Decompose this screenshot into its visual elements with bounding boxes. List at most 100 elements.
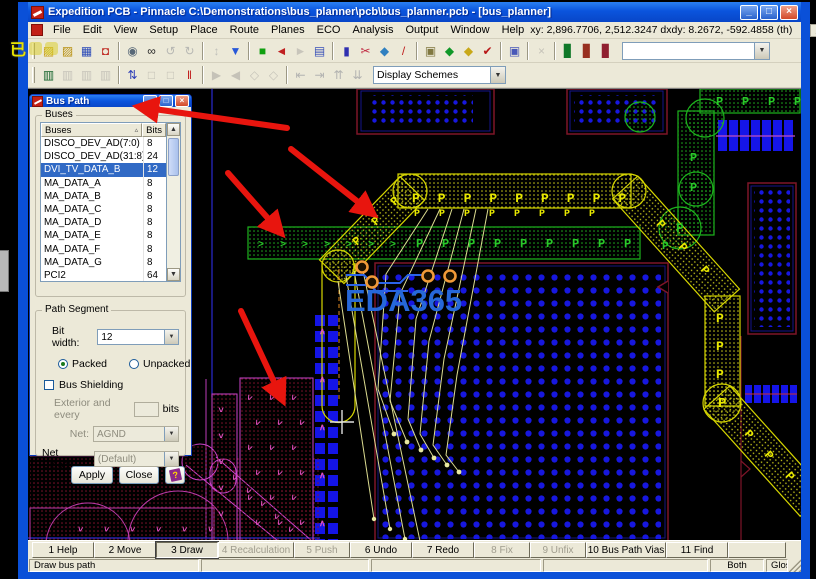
fkey-1-help[interactable]: 1 Help: [32, 542, 94, 558]
bus-list-row[interactable]: DISCO_DEV_AD(31:8)24: [41, 150, 166, 163]
bus-shielding-checkbox[interactable]: [44, 380, 54, 390]
menu-item-help[interactable]: Help: [496, 23, 531, 37]
fkey-3-draw[interactable]: 3 Draw: [156, 542, 218, 558]
bit-width-combo[interactable]: 12▼: [97, 329, 179, 345]
dialog-title: Bus Path: [46, 96, 141, 107]
via-green-icon[interactable]: ◆: [440, 42, 459, 60]
scroll-thumb[interactable]: [168, 138, 179, 176]
display-schemes-combo[interactable]: Display Schemes▼: [373, 66, 506, 84]
next-hazard-icon: ►: [291, 42, 310, 60]
bus-list-row[interactable]: MA_DATA_D8: [41, 216, 166, 229]
library-book-icon[interactable]: ▊: [559, 42, 578, 60]
import-icon[interactable]: ▨: [58, 42, 77, 60]
exterior-label: Exterior and every: [54, 397, 130, 421]
menu-item-route[interactable]: Route: [224, 23, 265, 37]
save-icon[interactable]: ▦: [77, 42, 96, 60]
cell-select-combo[interactable]: ▼: [622, 42, 770, 60]
select-mode-icon[interactable]: ▮: [337, 42, 356, 60]
menu-item-eco[interactable]: ECO: [311, 23, 347, 37]
list-scrollbar[interactable]: ▲ ▼: [166, 123, 180, 281]
copy-icon[interactable]: ▣: [505, 42, 524, 60]
app-icon: [31, 6, 44, 19]
bus-list-row[interactable]: MA_DATA_G8: [41, 256, 166, 269]
menu-item-analysis[interactable]: Analysis: [346, 23, 399, 37]
chevron-down-icon[interactable]: ▼: [164, 330, 178, 344]
fkey-11-find[interactable]: 11 Find: [666, 542, 728, 558]
packed-radio[interactable]: [58, 359, 68, 369]
menu-item-view[interactable]: View: [108, 23, 144, 37]
menu-item-place[interactable]: Place: [184, 23, 224, 37]
svg-text:P: P: [416, 237, 423, 251]
display-control-icon[interactable]: ■: [253, 42, 272, 60]
pcb-canvas[interactable]: EDA365 PPPPPPPPPPPPPPPPPPPPPPPPPPPPPPPPP…: [28, 88, 801, 540]
bus-list-row[interactable]: MA_DATA_C8: [41, 203, 166, 216]
menu-item-output[interactable]: Output: [399, 23, 444, 37]
unpacked-radio[interactable]: [129, 359, 139, 369]
chevron-down-icon[interactable]: ▼: [754, 43, 769, 59]
svg-text:P: P: [572, 237, 579, 251]
toolbar-grip[interactable]: [32, 67, 35, 83]
maximize-button[interactable]: □: [760, 5, 778, 20]
bits-label: bits: [163, 403, 179, 415]
fkey-2-move[interactable]: 2 Move: [94, 542, 156, 558]
column-header-bits[interactable]: Bits: [142, 123, 166, 137]
menu-item-planes[interactable]: Planes: [265, 23, 311, 37]
prev-hazard-icon[interactable]: ◄: [272, 42, 291, 60]
exterior-bits-field[interactable]: [134, 402, 159, 417]
route-mode-icon[interactable]: ◆: [375, 42, 394, 60]
exit-icon[interactable]: ◘: [96, 42, 115, 60]
bus-list-row[interactable]: MA_DATA_A8: [41, 177, 166, 190]
chevron-down-icon: ▼: [164, 452, 178, 466]
svg-text:>: >: [280, 240, 286, 251]
bus-list-row[interactable]: PCI264: [41, 269, 166, 281]
bus-list-row[interactable]: MA_DATA_B8: [41, 190, 166, 203]
teardrop-icon[interactable]: ▼: [226, 42, 245, 60]
menu-item-window[interactable]: Window: [444, 23, 495, 37]
fkey-7-redo[interactable]: 7 Redo: [412, 542, 474, 558]
online-drc-icon[interactable]: ✔: [478, 42, 497, 60]
menu-item-edit[interactable]: Edit: [77, 23, 108, 37]
bus-list-row[interactable]: MA_DATA_F8: [41, 243, 166, 256]
menu-item-setup[interactable]: Setup: [143, 23, 184, 37]
group-icon: □: [142, 66, 161, 84]
swap-icon[interactable]: ⇅: [123, 66, 142, 84]
fkey-10-bus-path-vias[interactable]: 10 Bus Path Vias: [586, 542, 666, 558]
chevron-down-icon[interactable]: ▼: [490, 67, 505, 83]
dialog-restore-button[interactable]: □: [159, 95, 173, 107]
scroll-up-icon[interactable]: ▲: [167, 123, 180, 136]
zoom-icon[interactable]: ◉: [123, 42, 142, 60]
find-binoculars-icon[interactable]: ∞: [142, 42, 161, 60]
bus-list-row[interactable]: DISCO_DEV_AD(7:0)8: [41, 137, 166, 150]
svg-text:P: P: [546, 237, 553, 251]
close-button[interactable]: ×: [780, 5, 798, 20]
minimize-button[interactable]: _: [740, 5, 758, 20]
place-part-icon[interactable]: ▥: [39, 66, 58, 84]
svg-text:P: P: [494, 237, 501, 251]
bus-list-row[interactable]: MA_DATA_E8: [41, 229, 166, 242]
dialog-close-button[interactable]: ×: [175, 95, 189, 107]
dialog-minimize-button[interactable]: _: [143, 95, 157, 107]
align-bottom-icon: ⇊: [348, 66, 367, 84]
bus-path-dialog: Bus Path _ □ × Buses Buses▵: [29, 94, 192, 456]
status-panel-3: [371, 559, 541, 572]
menu-item-file[interactable]: File: [47, 23, 77, 37]
manual-book-icon[interactable]: ▊: [597, 42, 616, 60]
scroll-down-icon[interactable]: ▼: [167, 268, 180, 281]
mdi-minimize-button[interactable]: _: [810, 24, 816, 37]
draw-line-icon[interactable]: /: [394, 42, 413, 60]
via-yellow-icon[interactable]: ◆: [459, 42, 478, 60]
color-book-icon[interactable]: ▊: [578, 42, 597, 60]
hazard-list-icon[interactable]: ▤: [310, 42, 329, 60]
column-header-buses[interactable]: Buses▵: [41, 123, 142, 137]
svg-text:P: P: [439, 209, 445, 220]
dialog-title-bar[interactable]: Bus Path _ □ ×: [30, 95, 191, 107]
resize-grip[interactable]: [789, 559, 801, 572]
unroute-icon[interactable]: ✂: [356, 42, 375, 60]
svg-text:P: P: [489, 209, 495, 220]
properties-icon[interactable]: ▣: [421, 42, 440, 60]
suspend-icon[interactable]: ‖: [180, 66, 199, 84]
mdi-child-icon[interactable]: [31, 24, 43, 36]
title-bar[interactable]: Expedition PCB - Pinnacle C:\Demonstrati…: [28, 2, 801, 22]
fkey-6-undo[interactable]: 6 Undo: [350, 542, 412, 558]
bus-list-row[interactable]: DVI_TV_DATA_B12: [41, 163, 166, 176]
